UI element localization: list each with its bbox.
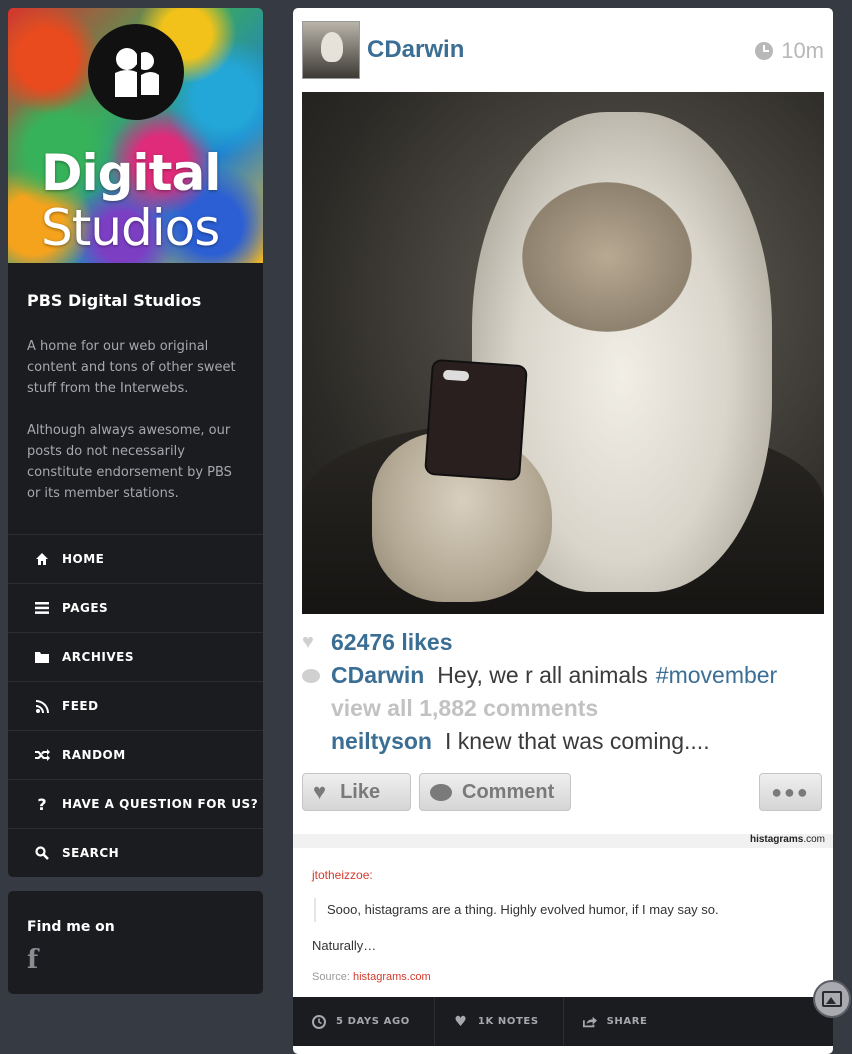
histagram-image[interactable]: CDarwin 10m ♥ 62476 likes CDarwin Hey, w… bbox=[293, 8, 833, 848]
comment-bubble-icon bbox=[302, 668, 320, 683]
insta-meta: ♥ 62476 likes CDarwin Hey, we r all anim… bbox=[302, 614, 824, 758]
likes-count: 62476 likes bbox=[331, 629, 453, 655]
caption-username: CDarwin bbox=[331, 662, 425, 688]
nav-label: FEED bbox=[62, 699, 99, 713]
comment-label: Comment bbox=[462, 780, 555, 803]
insta-time-text: 10m bbox=[781, 38, 824, 63]
share-icon bbox=[582, 1015, 597, 1028]
blog-description: A home for our web original content and … bbox=[27, 336, 244, 504]
reply-text: I knew that was coming.... bbox=[444, 728, 710, 754]
source-link[interactable]: histagrams.com bbox=[353, 971, 431, 983]
insta-timestamp: 10m bbox=[755, 38, 824, 64]
avatar bbox=[302, 21, 360, 79]
caption-row: CDarwin Hey, we r all animals #movember bbox=[302, 659, 824, 692]
nav-item-search[interactable]: SEARCH bbox=[8, 828, 263, 877]
blog-title[interactable]: PBS Digital Studios bbox=[27, 291, 244, 310]
nav-item-feed[interactable]: FEED bbox=[8, 681, 263, 730]
caption-text: Hey, we r all animals bbox=[437, 662, 648, 688]
share-button[interactable]: SHARE bbox=[564, 997, 672, 1046]
hashtag: #movember bbox=[655, 662, 778, 688]
description-paragraph: Although always awesome, our posts do no… bbox=[27, 423, 232, 501]
source-label: Source: bbox=[312, 971, 350, 983]
comment-bubble-icon bbox=[430, 783, 452, 801]
view-all-comments: view all 1,882 comments bbox=[331, 695, 599, 721]
insta-username: CDarwin bbox=[367, 36, 465, 63]
pbs-logo-icon bbox=[115, 48, 159, 99]
heart-icon: ♥ bbox=[454, 1013, 468, 1030]
facebook-icon[interactable]: f bbox=[27, 945, 38, 975]
clock-icon bbox=[755, 42, 774, 60]
nav-label: RANDOM bbox=[62, 748, 126, 762]
blog-info: PBS Digital Studios A home for our web o… bbox=[8, 263, 263, 524]
photo-phone bbox=[426, 360, 526, 480]
nav-label: HOME bbox=[62, 552, 105, 566]
sidebar: Digital Studios PBS Digital Studios A ho… bbox=[8, 8, 263, 877]
insta-like-button: ♥ Like bbox=[302, 773, 411, 811]
post-notes: 1K NOTES bbox=[477, 1016, 539, 1027]
post-footer: 5 DAYS AGO ♥ 1K NOTES SHARE bbox=[293, 997, 833, 1046]
shuffle-icon bbox=[34, 747, 50, 763]
reply-username: neiltyson bbox=[331, 728, 432, 754]
nav-item-archives[interactable]: ARCHIVES bbox=[8, 632, 263, 681]
reblog-user-link[interactable]: jtotheizzoe bbox=[312, 868, 369, 882]
nav-label: SEARCH bbox=[62, 846, 120, 860]
find-me-panel: Find me on f bbox=[8, 891, 263, 994]
question-icon: ? bbox=[37, 794, 47, 814]
post-source: Source: histagrams.com bbox=[312, 971, 814, 983]
nav-label: ARCHIVES bbox=[62, 650, 134, 664]
nav-label: HAVE A QUESTION FOR US? bbox=[62, 797, 259, 811]
share-label: SHARE bbox=[606, 1016, 648, 1027]
caption-line: Naturally… bbox=[312, 938, 377, 953]
description-paragraph: A home for our web original content and … bbox=[27, 339, 236, 396]
sidebar-nav: HOME PAGES ARCHIVES FEED RANDOM ? HAVE A… bbox=[8, 534, 263, 877]
insta-header: CDarwin 10m bbox=[302, 16, 824, 84]
find-me-title: Find me on bbox=[27, 919, 115, 935]
photo-post-badge[interactable] bbox=[813, 980, 851, 1018]
photo-face bbox=[522, 182, 692, 332]
folder-icon bbox=[34, 649, 50, 665]
like-label: Like bbox=[340, 780, 381, 803]
image-icon bbox=[822, 991, 842, 1007]
header-title-line-2: Studios bbox=[41, 199, 220, 257]
post-date: 5 DAYS AGO bbox=[336, 1016, 410, 1027]
header-title-line-1: Digital bbox=[41, 144, 221, 202]
search-icon bbox=[34, 845, 50, 861]
heart-icon: ♥ bbox=[313, 779, 327, 804]
nav-item-ask[interactable]: ? HAVE A QUESTION FOR US? bbox=[8, 779, 263, 828]
post: CDarwin 10m ♥ 62476 likes CDarwin Hey, w… bbox=[293, 8, 833, 1054]
list-icon bbox=[34, 600, 50, 616]
histagrams-credit-bar: histagrams.com bbox=[293, 834, 833, 848]
histagrams-credit: histagrams.com bbox=[749, 834, 825, 845]
insta-more-button: ●●● bbox=[759, 773, 822, 811]
likes-row: ♥ 62476 likes bbox=[302, 626, 824, 659]
header-image[interactable]: Digital Studios bbox=[8, 8, 263, 263]
reblog-attribution: jtotheizzoe: bbox=[312, 868, 373, 882]
nav-item-pages[interactable]: PAGES bbox=[8, 583, 263, 632]
post-caption: jtotheizzoe: Sooo, histagrams are a thin… bbox=[293, 848, 833, 983]
nav-label: PAGES bbox=[62, 601, 109, 615]
insta-comment-button: Comment bbox=[419, 773, 571, 811]
insta-actions: ♥ Like Comment ●●● bbox=[302, 772, 824, 812]
heart-icon: ♥ bbox=[302, 631, 314, 653]
nav-item-home[interactable]: HOME bbox=[8, 534, 263, 583]
nav-item-random[interactable]: RANDOM bbox=[8, 730, 263, 779]
reply-row: neiltyson I knew that was coming.... bbox=[302, 725, 824, 758]
clock-icon bbox=[312, 1014, 326, 1029]
home-icon bbox=[34, 551, 50, 567]
pbs-logo bbox=[88, 24, 184, 120]
post-notes-link[interactable]: ♥ 1K NOTES bbox=[435, 997, 564, 1046]
post-date-link[interactable]: 5 DAYS AGO bbox=[293, 997, 435, 1046]
darwin-selfie-photo bbox=[302, 92, 824, 614]
caption-quote: Sooo, histagrams are a thing. Highly evo… bbox=[314, 898, 814, 922]
rss-icon bbox=[34, 698, 50, 714]
